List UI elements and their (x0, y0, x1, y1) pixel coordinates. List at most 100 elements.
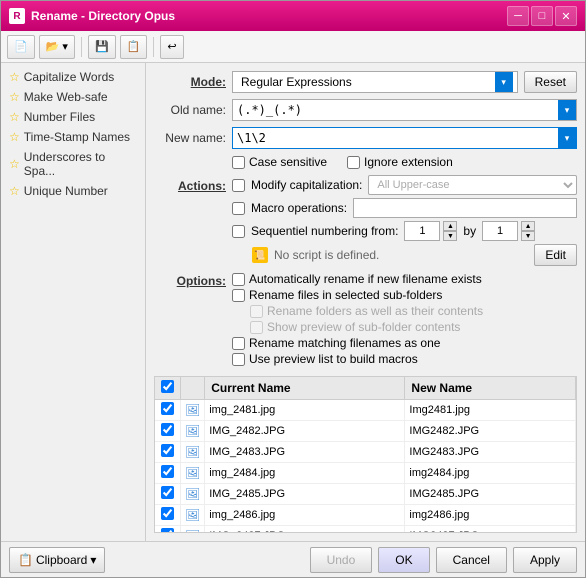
rename-matching-option[interactable]: Rename matching filenames as one (232, 336, 577, 350)
modify-cap-select[interactable]: All Upper-caseAll Lower-caseCapitalize W… (368, 175, 577, 195)
new-name-input[interactable]: \1\2 ▾ (232, 127, 577, 149)
sidebar-item-time-stamp[interactable]: ☆ Time-Stamp Names (1, 127, 145, 147)
undo-history-button[interactable]: ↩ (160, 35, 183, 59)
new-name-dropdown-arrow-icon[interactable]: ▾ (558, 128, 576, 148)
old-name-dropdown-arrow-icon[interactable]: ▾ (558, 100, 576, 120)
close-button[interactable]: ✕ (555, 6, 577, 26)
row-icon-cell: 🖼 (181, 442, 205, 463)
seq-by-input[interactable] (482, 221, 518, 241)
options-content: Automatically rename if new filename exi… (232, 272, 577, 366)
auto-rename-option[interactable]: Automatically rename if new filename exi… (232, 272, 577, 286)
row-checkbox[interactable] (161, 507, 174, 520)
undo-button[interactable]: Undo (310, 547, 373, 573)
open-button[interactable]: 📂 ▾ (39, 35, 75, 59)
table-row[interactable]: 🖼 img_2484.jpg img2484.jpg (155, 463, 576, 484)
rename-folders-label: Rename folders as well as their contents (267, 304, 483, 318)
modify-cap-checkbox[interactable] (232, 179, 245, 192)
edit-script-button[interactable]: Edit (534, 244, 577, 266)
sidebar-item-unique-number[interactable]: ☆ Unique Number (1, 181, 145, 201)
use-preview-checkbox[interactable] (232, 353, 245, 366)
bottom-bar: 📋 Clipboard ▾ Undo OK Cancel Apply (1, 541, 585, 577)
macro-ops-checkbox[interactable] (232, 202, 245, 215)
rename-matching-checkbox[interactable] (232, 337, 245, 350)
new-button[interactable]: 📄 (7, 35, 35, 59)
row-checkbox[interactable] (161, 486, 174, 499)
sequential-checkbox[interactable] (232, 225, 245, 238)
ignore-extension-checkbox[interactable] (347, 156, 360, 169)
rename-folders-option[interactable]: Rename folders as well as their contents (250, 304, 577, 318)
save-button[interactable]: 💾 (88, 35, 116, 59)
sidebar-item-capitalize-words[interactable]: ☆ Capitalize Words (1, 67, 145, 87)
window-controls: ─ □ ✕ (507, 6, 577, 26)
row-checkbox[interactable] (161, 465, 174, 478)
table-body: 🖼 img_2481.jpg Img2481.jpg 🖼 IMG_2482.JP… (155, 400, 576, 534)
row-checkbox[interactable] (161, 528, 174, 533)
row-checkbox-cell[interactable] (155, 421, 181, 442)
mode-dropdown-arrow-icon[interactable]: ▾ (495, 72, 513, 92)
row-checkbox-cell[interactable] (155, 463, 181, 484)
table-row[interactable]: 🖼 IMG_2483.JPG IMG2483.JPG (155, 442, 576, 463)
rename-subfolders-option[interactable]: Rename files in selected sub-folders (232, 288, 577, 302)
current-name-cell: IMG_2485.JPG (205, 484, 405, 505)
star-icon: ☆ (9, 157, 20, 171)
clipboard-arrow-icon: ▾ (90, 553, 96, 567)
sidebar-item-make-web-safe[interactable]: ☆ Make Web-safe (1, 87, 145, 107)
use-preview-option[interactable]: Use preview list to build macros (232, 352, 577, 366)
preview-table-container[interactable]: Current Name New Name 🖼 img_2481.jpg Img… (154, 376, 577, 533)
new-name-cell: img2484.jpg (405, 463, 576, 484)
case-sensitive-checkbox[interactable] (232, 156, 245, 169)
rename-subfolders-checkbox[interactable] (232, 289, 245, 302)
undo-icon: ↩ (167, 40, 176, 53)
seq-by-down-button[interactable]: ▼ (521, 231, 535, 241)
row-checkbox-cell[interactable] (155, 400, 181, 421)
table-row[interactable]: 🖼 IMG_2487.JPG IMG2487.JPG (155, 526, 576, 534)
case-sensitive-checkbox-label[interactable]: Case sensitive (232, 155, 327, 169)
current-name-cell: IMG_2483.JPG (205, 442, 405, 463)
cancel-button[interactable]: Cancel (436, 547, 507, 573)
row-checkbox[interactable] (161, 444, 174, 457)
reset-button[interactable]: Reset (524, 71, 577, 93)
row-checkbox-cell[interactable] (155, 442, 181, 463)
option-checkboxes: Case sensitive Ignore extension (232, 155, 577, 169)
select-all-checkbox[interactable] (161, 380, 174, 393)
row-checkbox-cell[interactable] (155, 484, 181, 505)
new-name-cell: Img2481.jpg (405, 400, 576, 421)
title-bar: R Rename - Directory Opus ─ □ ✕ (1, 1, 585, 31)
row-checkbox[interactable] (161, 423, 174, 436)
maximize-button[interactable]: □ (531, 6, 553, 26)
macro-ops-label: Macro operations: (251, 201, 347, 215)
clipboard-icon: 📋 (18, 553, 33, 567)
seq-from-down-button[interactable]: ▼ (443, 231, 457, 241)
minimize-button[interactable]: ─ (507, 6, 529, 26)
star-icon: ☆ (9, 130, 20, 144)
table-row[interactable]: 🖼 IMG_2482.JPG IMG2482.JPG (155, 421, 576, 442)
macro-ops-input[interactable] (353, 198, 577, 218)
row-icon-cell: 🖼 (181, 463, 205, 484)
apply-button[interactable]: Apply (513, 547, 577, 573)
current-name-cell: IMG_2487.JPG (205, 526, 405, 534)
file-icon: 🖼 (185, 487, 200, 501)
show-preview-option[interactable]: Show preview of sub-folder contents (250, 320, 577, 334)
new-name-cell: IMG2483.JPG (405, 442, 576, 463)
ok-button[interactable]: OK (378, 547, 429, 573)
row-checkbox-cell[interactable] (155, 526, 181, 534)
table-row[interactable]: 🖼 IMG_2485.JPG IMG2485.JPG (155, 484, 576, 505)
old-name-input[interactable]: (.*)_(.*) ▾ (232, 99, 577, 121)
clipboard-button[interactable]: 📋 Clipboard ▾ (9, 547, 105, 573)
table-row[interactable]: 🖼 img_2481.jpg Img2481.jpg (155, 400, 576, 421)
new-name-cell: IMG2482.JPG (405, 421, 576, 442)
table-row[interactable]: 🖼 img_2486.jpg img2486.jpg (155, 505, 576, 526)
row-checkbox[interactable] (161, 402, 174, 415)
seq-from-input[interactable] (404, 221, 440, 241)
sidebar-item-underscores[interactable]: ☆ Underscores to Spa... (1, 147, 145, 181)
mode-dropdown[interactable]: Regular Expressions ▾ (232, 71, 518, 93)
file-icon: 🖼 (185, 508, 200, 522)
auto-rename-checkbox[interactable] (232, 273, 245, 286)
row-checkbox-cell[interactable] (155, 505, 181, 526)
sidebar-item-number-files[interactable]: ☆ Number Files (1, 107, 145, 127)
save-as-button[interactable]: 📋 (120, 35, 148, 59)
seq-from-up-button[interactable]: ▲ (443, 221, 457, 231)
seq-by-up-button[interactable]: ▲ (521, 221, 535, 231)
file-icon: 🖼 (185, 445, 200, 459)
ignore-extension-checkbox-label[interactable]: Ignore extension (347, 155, 453, 169)
